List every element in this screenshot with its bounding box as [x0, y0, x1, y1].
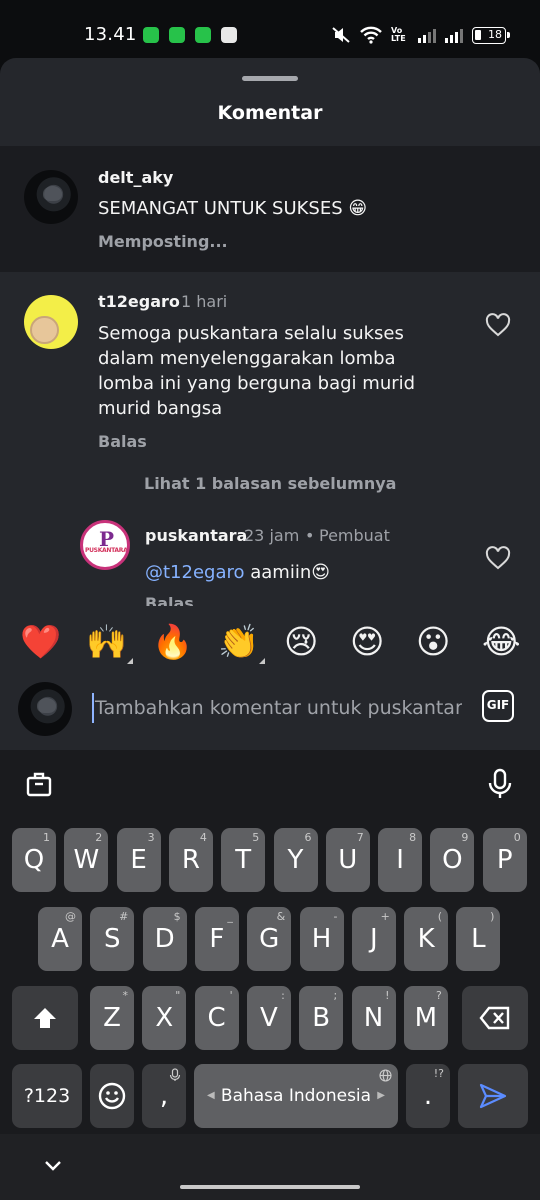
symbols-key[interactable]: ?123 [12, 1064, 82, 1128]
key-p[interactable]: P0 [482, 828, 527, 892]
key-f[interactable]: F _ [194, 907, 239, 971]
drag-handle[interactable] [242, 76, 298, 81]
comment-time: 23 jam [244, 526, 300, 545]
comment-line: Semoga puskantara selalu sukses [98, 323, 404, 344]
posting-status: Memposting... [98, 232, 228, 251]
mute-icon [332, 27, 350, 43]
pending-comment: delt_aky SEMANGAT UNTUK SUKSES 😁 Mempost… [0, 146, 540, 272]
clipboard-icon[interactable] [25, 770, 53, 798]
comment-input[interactable]: Tambahkan komentar untuk puskantara... [92, 693, 462, 723]
key-k[interactable]: K( [404, 907, 449, 971]
emoji-reaction-bar: ❤️ 🙌 🔥 👏 😢 😍 😮 😂 [0, 606, 540, 678]
creator-badge: Pembuat [319, 526, 390, 545]
status-icons: Vo LTE 18 [331, 25, 510, 45]
emoji-crying[interactable]: 😢 [284, 622, 318, 662]
key-v[interactable]: V: [246, 986, 291, 1050]
comma-key[interactable]: , [142, 1064, 186, 1128]
signal-icon [418, 27, 436, 43]
reply-button[interactable]: Balas [98, 432, 147, 451]
key-h[interactable]: H- [299, 907, 344, 971]
meta-separator: • [305, 526, 315, 545]
comment-text: SEMANGAT UNTUK SUKSES 😁 [98, 198, 368, 219]
globe-icon [379, 1069, 392, 1082]
battery-icon: 18 [472, 26, 510, 44]
comment-line: lomba ini yang berguna bagi murid [98, 373, 416, 394]
period-key[interactable]: . !? [406, 1064, 450, 1128]
keyboard: Q1W2E3R4T5Y6U7I8O9P0 A @ S # D $ F _ G & H - J + K(L) … [0, 750, 540, 1200]
notification-app-icon [195, 27, 211, 43]
key-t[interactable]: T5 [221, 828, 266, 892]
backspace-key[interactable] [462, 986, 528, 1050]
comment-text: @t12egaro aamiin😍 [145, 562, 331, 583]
key-i[interactable]: I8 [378, 828, 423, 892]
mention-link[interactable]: @t12egaro [145, 562, 245, 583]
key-m[interactable]: M? [403, 986, 448, 1050]
notification-app-icon [221, 27, 237, 43]
key-o[interactable]: O9 [430, 828, 475, 892]
emoji-clapping[interactable]: 👏 [218, 622, 266, 664]
comments-sheet: Komentar delt_aky SEMANGAT UNTUK SUKSES … [0, 58, 540, 750]
key-z[interactable]: Z * [90, 986, 134, 1050]
comment-username[interactable]: delt_aky [98, 168, 173, 187]
key-q[interactable]: Q1 [12, 828, 56, 892]
home-indicator[interactable] [180, 1185, 360, 1189]
send-icon [479, 1083, 507, 1109]
like-heart-icon[interactable] [485, 546, 511, 570]
key-j[interactable]: J + [351, 907, 396, 971]
emoji-laughing[interactable]: 😂 [482, 622, 521, 662]
key-g[interactable]: G & [247, 907, 292, 971]
avatar[interactable] [24, 295, 78, 349]
comment-input-row: Tambahkan komentar untuk puskantara... G… [0, 678, 540, 750]
navigation-bar [0, 1134, 540, 1200]
wifi-icon [360, 26, 382, 44]
avatar[interactable] [24, 170, 78, 224]
emoji-fire[interactable]: 🔥 [152, 622, 193, 662]
comment-line: dalam menyelenggarakan lomba [98, 348, 396, 369]
emoji-heart-eyes[interactable]: 😍 [350, 622, 384, 662]
chevron-down-icon[interactable] [43, 1159, 63, 1173]
gif-button[interactable]: GIF [482, 690, 514, 722]
comment-username[interactable]: puskantara [145, 526, 247, 545]
avatar [18, 682, 72, 736]
space-key[interactable]: ◀ Bahasa Indonesia ▶ [194, 1064, 398, 1128]
key-a[interactable]: A @ [38, 907, 82, 971]
key-r[interactable]: R4 [168, 828, 213, 892]
like-heart-icon[interactable] [485, 313, 511, 337]
shift-key[interactable] [12, 986, 78, 1050]
volte-indicator: Vo LTE [391, 26, 406, 43]
comment-username[interactable]: t12egaro [98, 292, 180, 311]
notification-app-icon [143, 27, 159, 43]
keyboard-toolbar [0, 750, 540, 822]
key-c[interactable]: C ' [194, 986, 239, 1050]
key-e[interactable]: E3 [116, 828, 161, 892]
microphone-icon[interactable] [487, 768, 513, 800]
clock: 13.41 [84, 24, 137, 45]
key-n[interactable]: N! [351, 986, 396, 1050]
key-l[interactable]: L) [456, 907, 501, 971]
comment-text: Semoga puskantara selalu sukses dalam me… [98, 321, 415, 421]
key-w[interactable]: W2 [64, 828, 109, 892]
microphone-icon [169, 1068, 181, 1081]
key-u[interactable]: U7 [325, 828, 370, 892]
emoji-key[interactable] [90, 1064, 134, 1128]
key-d[interactable]: D $ [142, 907, 187, 971]
key-y[interactable]: Y6 [273, 828, 318, 892]
emoji-raising-hands[interactable]: 🙌 [86, 622, 134, 664]
key-x[interactable]: X " [142, 986, 187, 1050]
signal-icon [445, 27, 463, 43]
key-s[interactable]: S # [90, 907, 135, 971]
sheet-title: Komentar [217, 102, 323, 124]
emoji-heart[interactable]: ❤️ [20, 622, 61, 662]
key-b[interactable]: B; [299, 986, 344, 1050]
comment-time: 1 hari [181, 292, 228, 311]
status-bar: 13.41 Vo LTE 18 [0, 0, 540, 58]
view-previous-replies-link[interactable]: Lihat 1 balasan sebelumnya [144, 474, 396, 493]
emoji-surprised[interactable]: 😮 [416, 622, 450, 662]
avatar[interactable]: P PUSKANTARA [80, 520, 130, 570]
comment-line: murid bangsa [98, 398, 223, 419]
send-key[interactable] [458, 1064, 528, 1128]
notification-app-icon [169, 27, 185, 43]
